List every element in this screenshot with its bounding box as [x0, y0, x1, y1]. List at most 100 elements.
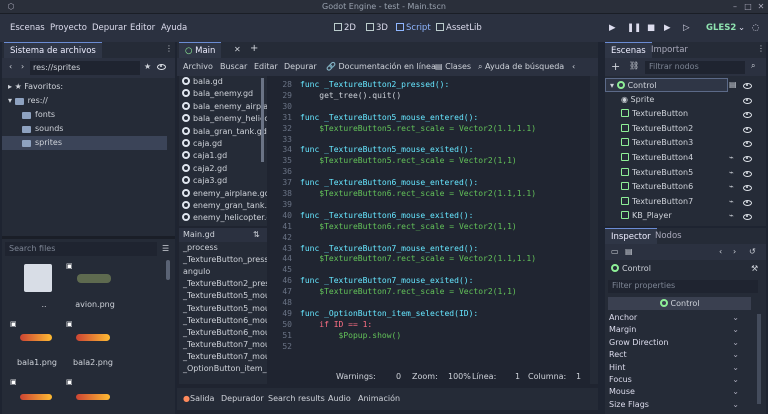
menu-editor[interactable]: Editor [130, 23, 155, 33]
visibility-eye-icon[interactable] [743, 82, 752, 91]
visibility-eye-icon[interactable] [743, 170, 752, 179]
script-item[interactable]: caja2.gd [179, 163, 267, 175]
scene-node[interactable]: KB_Player [605, 209, 766, 223]
code-line[interactable]: 36 [270, 166, 590, 177]
menu-dots-icon[interactable]: ⋮ [165, 44, 173, 53]
code-area[interactable]: 28 func _TextureButton2_pressed(): 29 get_… [270, 76, 590, 384]
property-section[interactable]: Anchor ⌄ [605, 312, 755, 324]
pause-icon[interactable]: ❚❚ [627, 23, 641, 33]
script-item[interactable]: bala_gran_tank.gd [179, 126, 267, 138]
renderer-select[interactable]: GLES2 [706, 23, 736, 33]
tools-icon[interactable]: ⚒ [751, 264, 758, 273]
code-line[interactable]: 47 $TextureButton7.rect_scale = Vector2(… [270, 286, 590, 297]
visibility-eye-icon[interactable] [743, 199, 752, 208]
method-item[interactable]: _TextureButton5_mou [179, 290, 267, 302]
property-section[interactable]: Focus ⌄ [605, 374, 755, 386]
menu-depurar[interactable]: Depurar [92, 23, 127, 33]
code-line[interactable]: 31 func _TextureButton5_mouse_entered(): [270, 112, 590, 123]
script-item[interactable]: caja3.gd [179, 175, 267, 187]
script-item[interactable]: enemy_airplane.gd [179, 188, 267, 200]
scene-node[interactable]: TextureButton2 [605, 122, 766, 136]
code-line[interactable]: 28 func _TextureButton2_pressed(): [270, 79, 590, 90]
docs-online-button[interactable]: 🔗 Documentación en línea [326, 62, 436, 71]
signal-icon[interactable]: ⌁ [729, 153, 734, 162]
code-line[interactable]: 34 func _TextureButton5_mouse_exited(): [270, 144, 590, 155]
property-section[interactable]: Rect ⌄ [605, 349, 755, 361]
tab-import[interactable]: Importar [645, 42, 694, 58]
code-line[interactable]: 32 $TextureButton5.rect_scale = Vector2(… [270, 123, 590, 134]
scene-node[interactable]: TextureButton3 [605, 136, 766, 150]
search-help-button[interactable]: ⌕ Ayuda de búsqueda [478, 62, 564, 72]
play-custom-icon[interactable]: ▷ [683, 23, 690, 33]
script-item[interactable]: caja1.gd [179, 150, 267, 162]
signal-icon[interactable]: ⌁ [729, 168, 734, 177]
bullet-thumb[interactable] [20, 334, 52, 341]
visibility-eye-icon[interactable] [743, 155, 752, 164]
visibility-eye-icon[interactable] [743, 213, 752, 222]
scene-node[interactable]: TextureButton [605, 107, 766, 121]
tab-filesystem[interactable]: Sistema de archivos [4, 42, 102, 59]
code-line[interactable]: 50 if ID == 1: [270, 319, 590, 330]
back-icon[interactable]: ‹ [9, 62, 12, 71]
scene-node[interactable]: ◉ Sprite [605, 93, 766, 107]
method-item[interactable]: _TextureButton6_mou [179, 327, 267, 339]
stop-icon[interactable]: ■ [647, 23, 655, 33]
chevron-down-icon[interactable]: ⌄ [738, 23, 745, 33]
scene-node[interactable]: TextureButton6 [605, 180, 766, 194]
visibility-eye-icon[interactable] [743, 140, 752, 149]
visibility-eye-icon[interactable] [743, 111, 752, 120]
close-icon[interactable]: ✕ [756, 2, 766, 12]
visibility-eye-icon[interactable] [743, 97, 752, 106]
script-item[interactable]: enemy_gran_tank.gd [179, 200, 267, 212]
signal-icon[interactable]: ⌁ [729, 211, 734, 220]
script-item[interactable]: bala_enemy_helicop [179, 113, 267, 125]
code-line[interactable]: 29 get_tree().quit() [270, 90, 590, 101]
property-section[interactable]: Grow Direction ⌄ [605, 337, 755, 349]
close-tab-icon[interactable]: ✕ [234, 45, 241, 54]
forward-icon[interactable]: › [733, 247, 736, 256]
property-section[interactable]: Hint ⌄ [605, 362, 755, 374]
menu-editar[interactable]: Editar [254, 62, 278, 71]
maximize-icon[interactable]: □ [743, 2, 753, 12]
script-item[interactable]: caja.gd [179, 138, 267, 150]
method-item[interactable]: _TextureButton7_mou [179, 339, 267, 351]
scene-node[interactable]: TextureButton7 [605, 195, 766, 209]
filter-icon[interactable]: ⌕ [751, 61, 755, 71]
code-line[interactable]: 35 $TextureButton5.rect_scale = Vector2(… [270, 155, 590, 166]
code-line[interactable]: 51 $Popup.show() [270, 330, 590, 341]
scrollbar[interactable] [166, 260, 170, 280]
menu-dots-icon[interactable]: ⋮ [757, 44, 765, 53]
menu-ayuda[interactable]: Ayuda [161, 23, 187, 33]
property-section[interactable]: Size Flags ⌄ [605, 399, 755, 411]
search-files-input[interactable]: Search files [5, 242, 157, 256]
code-line[interactable]: 52 [270, 341, 590, 352]
method-item[interactable]: _TextureButton7_mou [179, 351, 267, 363]
script-item[interactable]: enemy_helicopter.gd [179, 212, 267, 224]
workspace-assetlib[interactable]: AssetLib [436, 23, 482, 33]
code-scrollbar[interactable] [590, 76, 598, 384]
tab-output[interactable]: Salida [190, 394, 214, 403]
method-item[interactable]: _TextureButton_presse [179, 254, 267, 266]
scene-node[interactable]: TextureButton5 [605, 166, 766, 180]
code-line[interactable]: 48 [270, 297, 590, 308]
add-node-icon[interactable]: + [611, 60, 620, 73]
method-item[interactable]: _process [179, 242, 267, 254]
menu-buscar[interactable]: Buscar [220, 62, 247, 71]
tree-root[interactable]: ▾ res:// [2, 94, 175, 108]
script-icon[interactable]: ▤ [729, 80, 737, 89]
bullet-thumb[interactable] [76, 394, 110, 400]
code-line[interactable]: 49 func _OptionButton_item_selected(ID): [270, 308, 590, 319]
script-item[interactable]: bala.gd [179, 76, 267, 88]
code-line[interactable]: 46 func _TextureButton7_mouse_exited(): [270, 275, 590, 286]
code-line[interactable]: 30 [270, 101, 590, 112]
script-item[interactable]: bala_enemy.gd [179, 88, 267, 100]
menu-depurar[interactable]: Depurar [284, 62, 317, 71]
tab-nodes[interactable]: Nodos [649, 228, 688, 244]
workspace-2d[interactable]: 2D [334, 23, 356, 33]
star-icon[interactable]: ★ [144, 62, 151, 71]
code-line[interactable]: 42 [270, 232, 590, 243]
path-field[interactable]: res://sprites [30, 61, 140, 75]
eye-icon[interactable] [157, 63, 166, 72]
tab-main[interactable]: ○ Main [179, 42, 222, 59]
tab-debugger[interactable]: Depurador [221, 394, 264, 403]
